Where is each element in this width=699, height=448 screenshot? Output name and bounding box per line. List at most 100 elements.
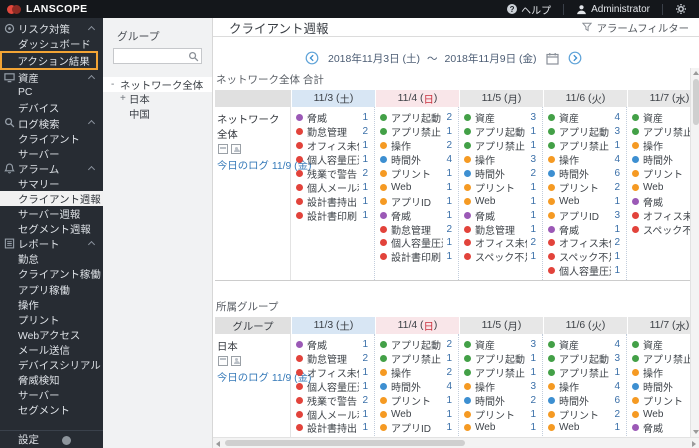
sidebar-item[interactable]: ダッシュボード (0, 36, 103, 51)
alarm-line: 資産 3 (464, 338, 536, 352)
sidebar-item[interactable]: レポート (0, 236, 103, 251)
daily-report-icon[interactable] (218, 144, 228, 154)
sidebar-item[interactable]: 資産 (0, 70, 103, 85)
alarm-label: 時間外 (475, 396, 505, 408)
scroll-right-arrow-icon[interactable] (692, 441, 696, 447)
alarm-label: プリント (475, 410, 515, 422)
alarm-dot-icon (296, 211, 303, 219)
help-button[interactable]: ヘルプ (495, 0, 563, 18)
sidebar-item[interactable]: アクション結果 (0, 51, 98, 71)
sidebar-item[interactable]: サーバー週報 (0, 206, 103, 221)
alarm-dot-icon (632, 128, 639, 136)
sidebar-item-label: 脅威検知 (18, 376, 60, 388)
alarm-line: アプリ起動 2 (380, 111, 452, 125)
sidebar-item[interactable]: アプリ稼働 (0, 282, 103, 297)
sidebar-item[interactable]: セグメント週報 (0, 221, 103, 236)
report-scroll-area: ネットワーク全体 合計 11/3 (土) 11/4 (日) 11/5 (月) 11/6… (215, 66, 690, 437)
today-log-link[interactable]: 今日のログ 11/9 (金) (217, 369, 312, 384)
day-date: 11/5 (481, 319, 502, 331)
alarm-label: 操作 (559, 156, 579, 168)
alarm-label: 個人容量圧迫 (391, 239, 443, 251)
today-log-link[interactable]: 今日のログ 11/9 (金) (217, 157, 312, 172)
alarm-label: 操作 (391, 368, 411, 380)
tree-expander-icon[interactable]: - (111, 79, 120, 90)
alarm-line: アプリ起動 3 (548, 352, 620, 366)
alarm-dot-icon (296, 396, 303, 404)
environment-settings-button[interactable] (663, 0, 699, 18)
day-of-week: 水 (675, 95, 686, 106)
next-week-button[interactable] (568, 51, 582, 65)
alarm-dot-icon (380, 114, 387, 122)
alarm-dot-icon (548, 410, 555, 418)
sidebar-item-label: デバイスシリアル (18, 361, 101, 373)
alarm-label: 資産 (475, 114, 495, 126)
alarm-dot-icon (296, 368, 303, 376)
sidebar-item-settings[interactable]: 設定 (0, 430, 103, 448)
sidebar-item[interactable]: クライアント稼働 (0, 266, 103, 281)
sidebar-item[interactable]: プリント (0, 312, 103, 327)
alarm-dot-icon (548, 183, 555, 191)
daily-report-icon[interactable] (218, 355, 228, 366)
alarm-label: プリント (391, 170, 431, 182)
alarm-label: アプリ禁止 (559, 142, 609, 154)
group-tree-node[interactable]: - ネットワーク全体 (103, 77, 212, 92)
alarm-dot-icon (464, 382, 471, 390)
member-list-icon[interactable] (231, 355, 241, 366)
day-cell: 脅威 1 勤怠管理 2 オフィス未 1 個人容量圧 1 残業で警告 2 個人メー… (291, 107, 375, 280)
group-cell: ネットワーク全体 今日のログ 11/9 (金) (215, 107, 312, 280)
alarm-line: Web 1 (548, 194, 620, 208)
alarm-dot-icon (548, 382, 555, 390)
chevron-up-icon (87, 120, 96, 128)
previous-week-button[interactable] (305, 51, 319, 65)
chevron-up-icon (87, 75, 96, 83)
scroll-up-arrow-icon[interactable] (693, 71, 699, 75)
report-section: 所属グループ グループ 11/3 (土) 11/4 (日) 11/5 (月) 11/6… (215, 299, 690, 437)
alarm-dot-icon (632, 355, 639, 363)
day-of-week: 水 (675, 321, 686, 333)
calendar-icon[interactable] (545, 52, 559, 65)
sidebar-item[interactable]: サーバー (0, 146, 103, 161)
alarm-dot-icon (632, 183, 639, 191)
group-tree-node[interactable]: + 日本 (103, 92, 212, 106)
date-navigation: 2018年11月3日 (土) ～ 2018年11月9日 (金) (305, 49, 582, 67)
sidebar-item[interactable]: サーバー (0, 387, 103, 402)
sidebar-item[interactable]: 操作 (0, 297, 103, 312)
alarm-count: 1 (614, 366, 620, 378)
sidebar-item[interactable]: クライアント (0, 131, 103, 146)
sidebar-item[interactable]: リスク対策 (0, 21, 103, 36)
sidebar-item[interactable]: アラーム (0, 161, 103, 176)
alarm-label: 脅威 (391, 211, 411, 223)
horizontal-scrollbar-thumb[interactable] (225, 440, 465, 446)
sidebar-item[interactable]: ログ検索 (0, 115, 103, 131)
alarm-label: アプリID (559, 211, 599, 223)
search-icon (5, 118, 15, 128)
alarm-line: 設計書印刷 1 (380, 250, 452, 264)
vertical-scrollbar-thumb[interactable] (692, 79, 699, 125)
day-cell: アプリ起動 2 アプリ禁止 1 操作 2 時間外 4 プリント 1 Web 1 … (375, 107, 459, 280)
sidebar-item[interactable]: 脅威検知 (0, 372, 103, 387)
sidebar-item[interactable]: デバイスシリアル (0, 357, 103, 372)
alarm-label: Web (643, 181, 664, 193)
search-icon[interactable] (188, 51, 199, 62)
sidebar-item[interactable]: Webアクセス (0, 327, 103, 342)
group-tree-node[interactable]: 中国 (103, 106, 212, 121)
alarm-filter-button[interactable]: アラームフィルター (581, 20, 699, 35)
alarm-count: 1 (362, 422, 368, 434)
day-cell: 資産 4 アプリ起動 3 アプリ禁止 1 操作 4 時間外 6 プリント 2 W… (543, 333, 627, 437)
sidebar-item[interactable]: PC (0, 85, 103, 100)
member-list-icon[interactable] (231, 144, 241, 154)
sidebar-item[interactable]: サマリー (0, 176, 103, 191)
alarm-line: プリント 2 (548, 407, 620, 422)
tree-expander-icon[interactable]: + (120, 93, 129, 104)
sidebar-item[interactable]: メール送信 (0, 342, 103, 357)
scroll-left-arrow-icon[interactable] (216, 441, 220, 447)
user-menu[interactable]: Administrator (564, 0, 662, 18)
sidebar-item[interactable]: 勤怠 (0, 251, 103, 266)
sidebar-item[interactable]: クライアント週報 (0, 190, 103, 207)
alarm-count: 2 (530, 237, 536, 249)
sidebar-item[interactable]: デバイス (0, 100, 103, 115)
alarm-count: 2 (530, 394, 536, 406)
alarm-dot-icon (632, 368, 639, 376)
scroll-down-arrow-icon[interactable] (693, 430, 699, 434)
sidebar-item[interactable]: セグメント (0, 402, 103, 417)
